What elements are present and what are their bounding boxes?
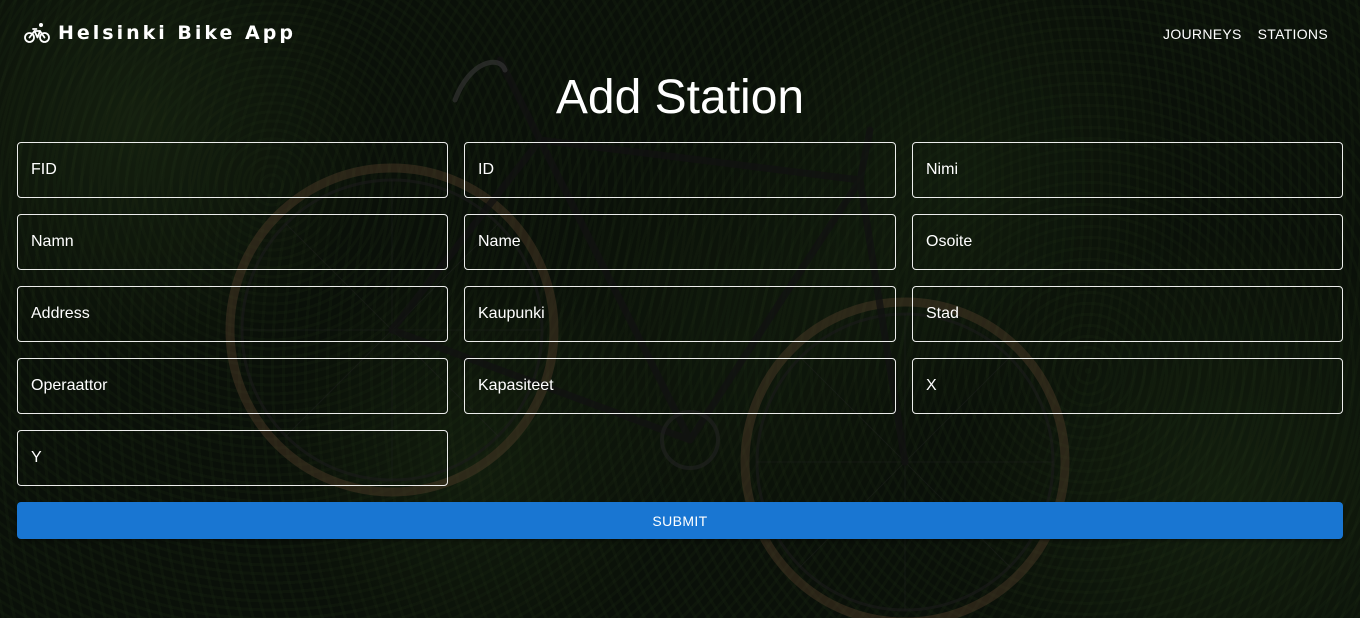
- namn-input[interactable]: [17, 214, 448, 270]
- address-input[interactable]: [17, 286, 448, 342]
- nimi-input[interactable]: [912, 142, 1343, 198]
- fid-input[interactable]: [17, 142, 448, 198]
- y-coordinate-input[interactable]: [17, 430, 448, 486]
- brand-logo[interactable]: Helsinki Bike App: [24, 21, 296, 45]
- nav-journeys-link[interactable]: JOURNEYS: [1163, 25, 1242, 43]
- kaupunki-input[interactable]: [464, 286, 896, 342]
- id-input[interactable]: [464, 142, 896, 198]
- name-input[interactable]: [464, 214, 896, 270]
- stad-input[interactable]: [912, 286, 1343, 342]
- nav-stations-link[interactable]: STATIONS: [1258, 25, 1328, 43]
- x-coordinate-input[interactable]: [912, 358, 1343, 414]
- operaattor-input[interactable]: [17, 358, 448, 414]
- page-title: Add Station: [555, 71, 805, 124]
- submit-button[interactable]: SUBMIT: [17, 502, 1343, 539]
- app-header: Helsinki Bike App JOURNEYS STATIONS: [0, 0, 1360, 68]
- form-fields-grid: [17, 142, 1343, 486]
- add-station-form: SUBMIT: [17, 142, 1343, 539]
- app-title: Helsinki Bike App: [58, 22, 296, 44]
- kapasiteet-input[interactable]: [464, 358, 896, 414]
- top-nav: JOURNEYS STATIONS: [1163, 25, 1328, 43]
- osoite-input[interactable]: [912, 214, 1343, 270]
- bicycle-icon: [24, 23, 50, 43]
